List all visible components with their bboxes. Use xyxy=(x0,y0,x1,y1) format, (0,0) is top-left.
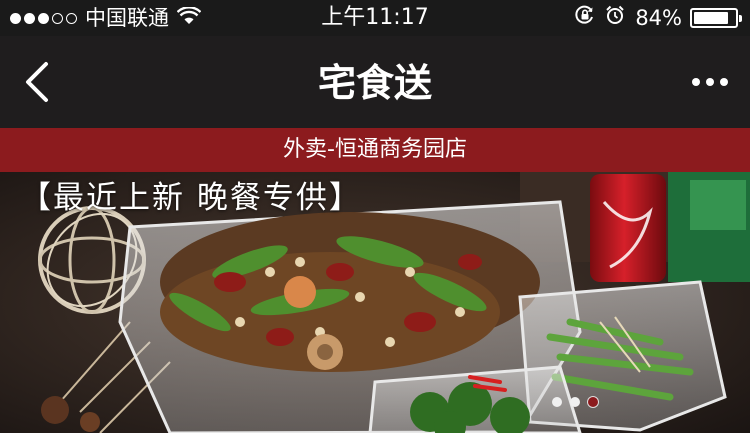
battery-icon xyxy=(690,8,742,28)
alarm-icon xyxy=(605,5,625,31)
more-button[interactable] xyxy=(688,64,732,100)
more-dots-icon xyxy=(692,78,728,86)
status-bar: 中国联通 上午11:17 84% xyxy=(0,0,750,36)
banner-pagination xyxy=(552,397,598,407)
battery-percent: 84% xyxy=(635,6,682,30)
rotation-lock-icon xyxy=(575,5,595,31)
banner-caption: 【最近上新 晚餐专供】 xyxy=(20,180,362,216)
store-name-bar: 外卖-恒通商务园店 xyxy=(0,128,750,172)
pagination-dot[interactable] xyxy=(552,397,562,407)
page-title: 宅食送 xyxy=(317,61,432,105)
pagination-dot[interactable] xyxy=(588,397,598,407)
pagination-dot[interactable] xyxy=(570,397,580,407)
navigation-bar: 宅食送 xyxy=(0,36,750,128)
status-right: 84% xyxy=(575,5,742,31)
promo-banner[interactable]: 【最近上新 晚餐专供】 xyxy=(0,172,750,433)
